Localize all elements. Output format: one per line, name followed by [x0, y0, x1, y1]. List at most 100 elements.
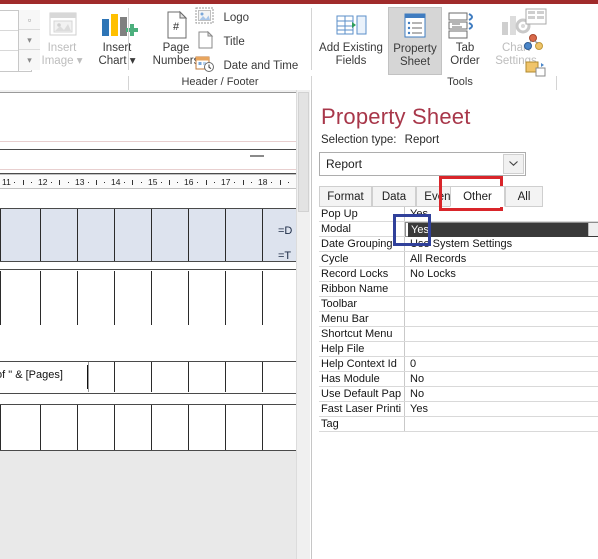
- date-and-time-label: Date and Time: [223, 60, 299, 72]
- property-value[interactable]: No: [407, 372, 598, 386]
- page-footer-section[interactable]: of " & [Pages]: [0, 362, 296, 392]
- selected-section[interactable]: =D =T: [0, 209, 296, 262]
- property-value[interactable]: Yes: [408, 223, 598, 237]
- property-row-fast-laser-printing[interactable]: Fast Laser Printi Yes: [319, 402, 598, 417]
- property-sheet-pane: Property Sheet Selection type: Report Re…: [311, 90, 598, 559]
- property-name: Has Module: [319, 372, 405, 386]
- title-page-icon: [195, 30, 215, 54]
- subreport-icon[interactable]: [524, 8, 554, 31]
- property-value[interactable]: No Locks: [407, 267, 598, 281]
- date-expression-control[interactable]: =D: [278, 225, 292, 237]
- ruler-label-11: 11: [2, 177, 11, 187]
- property-value-editor[interactable]: Yes: [405, 222, 598, 237]
- tab-order-icon: [446, 10, 484, 42]
- property-value[interactable]: 0: [407, 357, 598, 371]
- property-row-help-file[interactable]: Help File: [319, 342, 598, 357]
- report-footer-section[interactable]: [0, 405, 296, 451]
- property-row-toolbar[interactable]: Toolbar: [319, 297, 598, 312]
- design-canvas[interactable]: 11 12 13 14 15 16 17 18 =D =T of " & [Pa…: [0, 92, 296, 559]
- title-button[interactable]: Title: [195, 30, 285, 54]
- insert-chart-button[interactable]: Insert Chart ▾: [88, 10, 146, 68]
- page-expression-control[interactable]: of " & [Pages]: [0, 369, 63, 381]
- band-divider-thin-2: [0, 169, 296, 170]
- property-row-modal[interactable]: Modal Yes: [319, 222, 598, 237]
- ribbon-separator-1: [128, 8, 129, 70]
- property-grid[interactable]: Pop Up Yes Modal Yes Date Grouping Use S…: [319, 207, 598, 432]
- chevron-down-icon[interactable]: [503, 154, 524, 174]
- insert-chart-label: Insert Chart ▾: [98, 42, 136, 67]
- ribbon-body: ▫ ▾ ▾ Insert Image ▾ Insert Chart ▾ # Pa…: [0, 4, 598, 78]
- property-row-ribbon-name[interactable]: Ribbon Name: [319, 282, 598, 297]
- design-empty-area: [0, 451, 296, 559]
- design-vertical-scrollbar[interactable]: [296, 90, 310, 559]
- relationships-icon[interactable]: [524, 34, 554, 57]
- group-separator-1: [128, 76, 129, 90]
- report-design-surface[interactable]: 11 12 13 14 15 16 17 18 =D =T of " & [Pa…: [0, 90, 310, 559]
- property-value[interactable]: No: [407, 387, 598, 401]
- property-value[interactable]: Yes: [407, 402, 598, 416]
- property-value[interactable]: All Records: [407, 252, 598, 266]
- property-sheet-button[interactable]: Property Sheet: [388, 7, 442, 75]
- design-band-middle[interactable]: [0, 150, 296, 170]
- ruler-label-13: 13: [75, 177, 85, 187]
- property-value[interactable]: [407, 297, 598, 311]
- insert-chart-icon: [95, 10, 139, 42]
- tab-order-button[interactable]: Tab Order: [444, 10, 486, 68]
- tab-other[interactable]: Other: [450, 186, 505, 207]
- date-and-time-button[interactable]: Date and Time: [195, 55, 307, 78]
- property-sheet-label: Property Sheet: [393, 43, 437, 68]
- property-value[interactable]: [407, 417, 598, 431]
- property-name: Help File: [319, 342, 405, 356]
- property-row-shortcut-menu[interactable]: Shortcut Menu: [319, 327, 598, 342]
- property-row-record-locks[interactable]: Record Locks No Locks: [319, 267, 598, 282]
- band-divider-thin-1: [0, 141, 296, 142]
- property-row-date-grouping[interactable]: Date Grouping Use System Settings: [319, 237, 598, 252]
- group-separator-2: [311, 76, 312, 90]
- design-scroll-thumb[interactable]: [298, 92, 309, 212]
- property-name: Shortcut Menu: [319, 327, 405, 341]
- property-value[interactable]: [407, 342, 598, 356]
- horizontal-ruler[interactable]: 11 12 13 14 15 16 17 18: [0, 174, 296, 189]
- line-control[interactable]: [250, 155, 264, 157]
- object-selector-combo[interactable]: Report: [319, 152, 526, 176]
- property-row-menu-bar[interactable]: Menu Bar: [319, 312, 598, 327]
- logo-button[interactable]: Logo: [195, 7, 285, 30]
- ruler-label-18: 18: [258, 177, 268, 187]
- insert-image-button[interactable]: Insert Image ▾: [34, 10, 90, 68]
- selection-type-label: Selection type:: [321, 134, 397, 146]
- add-existing-fields-button[interactable]: Add Existing Fields: [315, 10, 387, 68]
- logo-icon: [195, 7, 215, 30]
- property-value[interactable]: [407, 327, 598, 341]
- property-row-use-default-paper-size[interactable]: Use Default Pap No: [319, 387, 598, 402]
- property-value[interactable]: [407, 312, 598, 326]
- group-separator-3: [556, 76, 557, 90]
- property-sheet-icon: [398, 11, 432, 43]
- selection-type-value: Report: [404, 134, 440, 146]
- tab-data[interactable]: Data: [372, 186, 416, 207]
- property-value[interactable]: Use System Settings: [407, 237, 598, 251]
- detail-section[interactable]: [0, 271, 296, 325]
- selection-type-row: Selection type: Report: [321, 134, 439, 146]
- group-label-tools: Tools: [447, 76, 473, 88]
- ribbon: ▫ ▾ ▾ Insert Image ▾ Insert Chart ▾ # Pa…: [0, 0, 598, 90]
- ruler-label-17: 17: [221, 177, 231, 187]
- tab-all[interactable]: All: [505, 186, 543, 207]
- ruler-label-14: 14: [111, 177, 121, 187]
- tab-format[interactable]: Format: [319, 186, 372, 207]
- annotation-blue-box-modal-value: [393, 214, 431, 246]
- small-tools-column: [524, 8, 554, 83]
- property-row-tag[interactable]: Tag: [319, 417, 598, 432]
- property-row-help-context-id[interactable]: Help Context Id 0: [319, 357, 598, 372]
- property-row-cycle[interactable]: Cycle All Records: [319, 252, 598, 267]
- property-value[interactable]: [407, 282, 598, 296]
- insert-image-icon: [42, 10, 82, 42]
- design-band-upper[interactable]: [0, 93, 296, 143]
- tab-order-label: Tab Order: [450, 42, 480, 67]
- object-selector-value: Report: [326, 157, 363, 171]
- ruler-label-12: 12: [38, 177, 48, 187]
- property-name: Toolbar: [319, 297, 405, 311]
- value-dropdown-icon[interactable]: [588, 223, 598, 236]
- ribbon-separator-2: [311, 8, 312, 70]
- property-row-has-module[interactable]: Has Module No: [319, 372, 598, 387]
- app-window: ▫ ▾ ▾ Insert Image ▾ Insert Chart ▾ # Pa…: [0, 0, 598, 559]
